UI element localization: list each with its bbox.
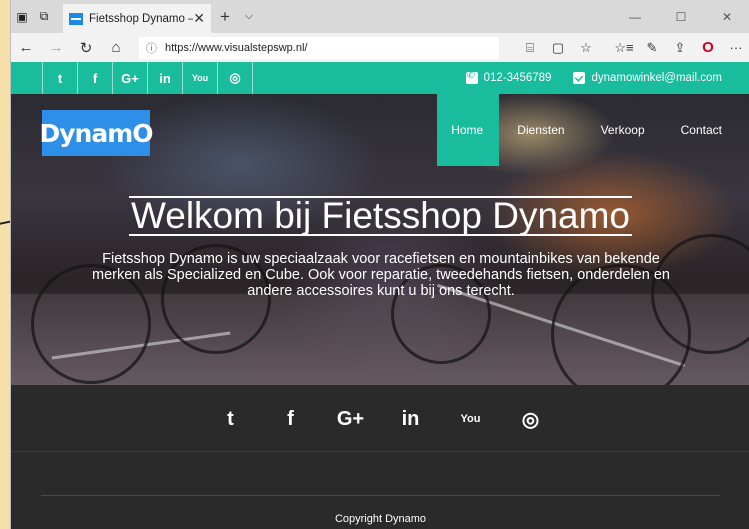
set-aside-tabs-icon[interactable]: ⧉	[33, 0, 55, 33]
tab-preview-icon[interactable]: ▣	[11, 0, 33, 33]
instagram-icon[interactable]: ◎	[501, 399, 561, 439]
url-text: https://www.visualstepswp.nl/	[165, 41, 308, 54]
favorites-hub-icon[interactable]: ☆≡	[610, 33, 638, 62]
copyright-text: Copyright Dynamo	[334, 513, 427, 525]
hero-section: DynamO Home Diensten Verkoop Contact Wel…	[11, 94, 749, 385]
hero-title-text: Welkom bij Fietsshop Dynamo	[129, 195, 632, 236]
hero-description: Fietsshop Dynamo is uw speciaalzaak voor…	[92, 251, 670, 299]
google-plus-icon[interactable]: G+	[113, 62, 148, 94]
social-links-footer: t f G+ in You ◎	[11, 399, 749, 439]
maximize-button[interactable]: ☐	[658, 0, 704, 33]
tab-title: Fietsshop Dynamo – Vo	[89, 12, 193, 25]
twitter-icon[interactable]: t	[201, 399, 261, 439]
nav-item-home[interactable]: Home	[437, 94, 500, 166]
email-address[interactable]: dynamowinkel@mail.com	[591, 72, 722, 84]
toolbar-icons: ⌸ ▢ ☆ ☆≡ ✎ ⇪ O ···	[516, 33, 749, 62]
footer-divider	[11, 451, 749, 452]
social-links-top: t f G+ in You ◎	[42, 62, 253, 94]
linkedin-icon[interactable]: in	[381, 399, 441, 439]
close-window-button[interactable]: ✕	[704, 0, 749, 33]
twitter-icon[interactable]: t	[43, 62, 78, 94]
youtube-icon[interactable]: You	[183, 62, 218, 94]
site-logo[interactable]: DynamO	[39, 110, 154, 156]
nav-item-verkoop[interactable]: Verkoop	[583, 94, 663, 166]
reader-icon[interactable]: ⌸	[516, 33, 544, 62]
nav-item-contact[interactable]: Contact	[663, 94, 740, 166]
contact-info: 012-3456789 dynamowinkel@mail.com	[465, 62, 722, 94]
address-bar: ← → ↻ ⌂ ⓘ https://www.visualstepswp.nl/ …	[11, 33, 749, 62]
facebook-icon[interactable]: f	[78, 62, 113, 94]
phone-icon	[465, 70, 478, 84]
forward-button[interactable]: →	[41, 33, 71, 62]
email-icon	[573, 72, 586, 84]
opera-extension-icon[interactable]: O	[694, 33, 722, 62]
url-input[interactable]: ⓘ https://www.visualstepswp.nl/	[139, 36, 499, 59]
home-button[interactable]: ⌂	[101, 33, 131, 62]
youtube-icon[interactable]: You	[441, 399, 501, 439]
favicon-icon	[69, 12, 83, 25]
tab-menu-icon[interactable]: ⌵	[239, 0, 259, 33]
nav-item-diensten[interactable]: Diensten	[499, 94, 582, 166]
main-navigation: Home Diensten Verkoop Contact	[437, 94, 740, 166]
minimize-button[interactable]: —	[612, 0, 658, 33]
top-contact-bar: t f G+ in You ◎ 012-3456789 dynamowinkel…	[11, 62, 749, 94]
reading-view-icon[interactable]: ▢	[544, 33, 572, 62]
tab-bar: ▣ ⧉ Fietsshop Dynamo – Vo ✕ + ⌵ — ☐ ✕	[11, 0, 749, 33]
footer: t f G+ in You ◎ Copyright Dynamo	[11, 385, 749, 529]
site-info-icon[interactable]: ⓘ	[146, 40, 157, 56]
share-icon[interactable]: ⇪	[666, 33, 694, 62]
new-tab-icon[interactable]: +	[211, 0, 239, 33]
browser-window: ▣ ⧉ Fietsshop Dynamo – Vo ✕ + ⌵ — ☐ ✕ ← …	[10, 0, 749, 529]
web-notes-icon[interactable]: ✎	[638, 33, 666, 62]
tab-close-icon[interactable]: ✕	[193, 10, 205, 27]
refresh-button[interactable]: ↻	[71, 33, 101, 62]
footer-divider	[41, 495, 720, 496]
instagram-icon[interactable]: ◎	[218, 62, 253, 94]
favorite-star-icon[interactable]: ☆	[572, 33, 600, 62]
more-menu-icon[interactable]: ···	[722, 33, 749, 62]
hero-title: Welkom bij Fietsshop Dynamo	[11, 194, 749, 238]
window-controls: — ☐ ✕	[612, 0, 749, 33]
google-plus-icon[interactable]: G+	[321, 399, 381, 439]
website: t f G+ in You ◎ 012-3456789 dynamowinkel…	[11, 62, 749, 529]
back-button[interactable]: ←	[11, 33, 41, 62]
desktop-background	[0, 0, 10, 529]
facebook-icon[interactable]: f	[261, 399, 321, 439]
linkedin-icon[interactable]: in	[148, 62, 183, 94]
tab-active[interactable]: Fietsshop Dynamo – Vo ✕	[63, 4, 211, 33]
phone-number[interactable]: 012-3456789	[484, 72, 552, 84]
